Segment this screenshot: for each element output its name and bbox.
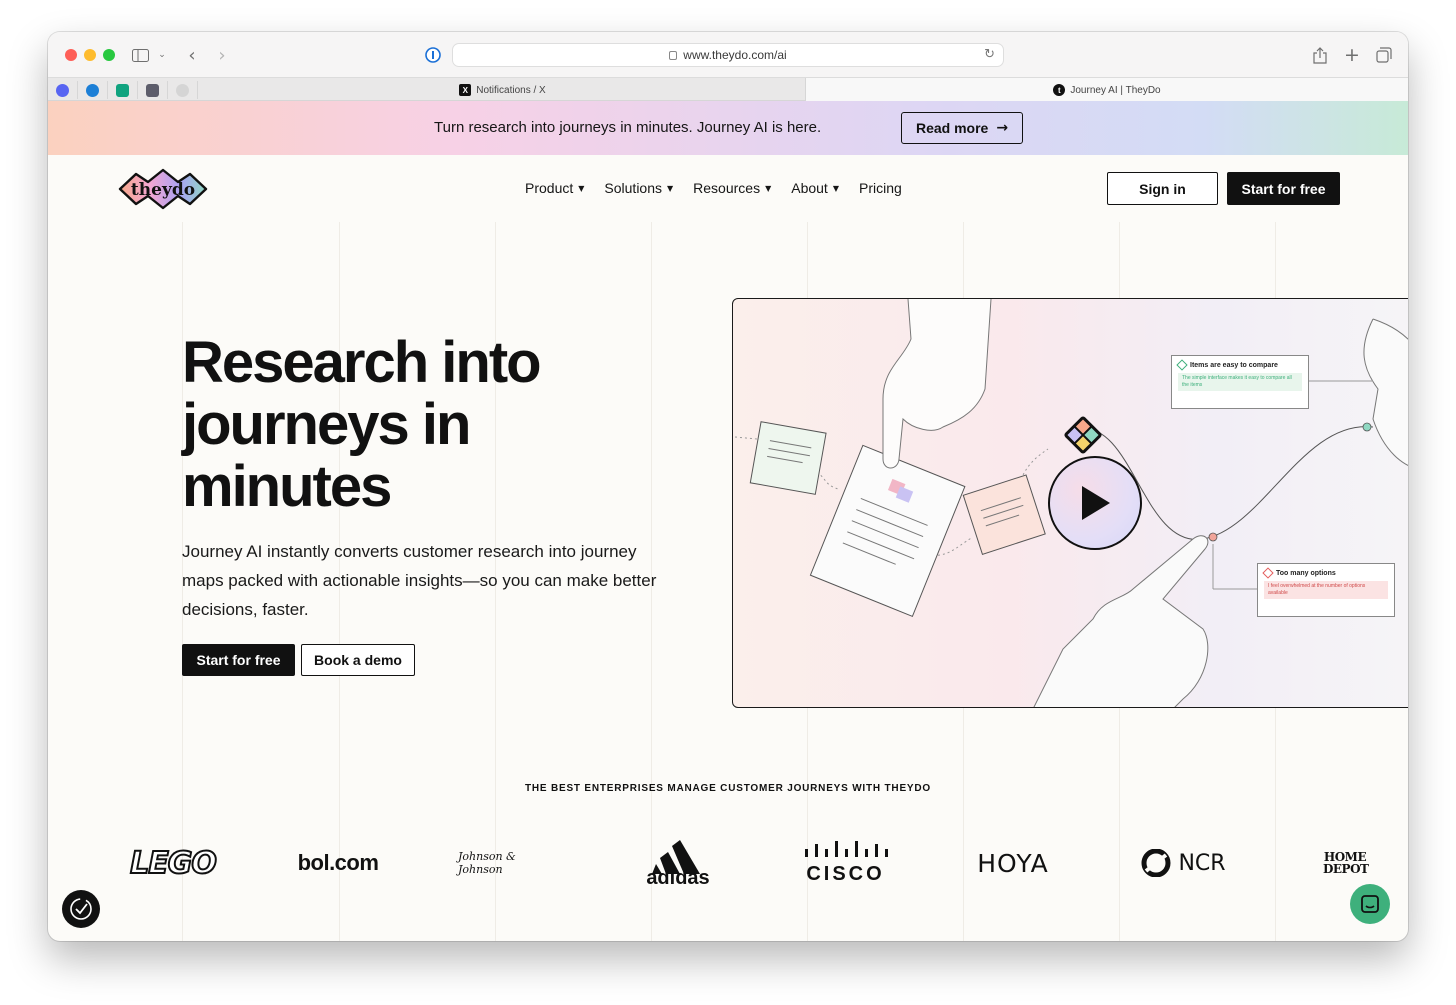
- pinned-tab-app[interactable]: [78, 81, 108, 99]
- pinned-tab-chatgpt[interactable]: [108, 81, 138, 99]
- brand-ncr: NCR: [1133, 832, 1233, 894]
- close-window-button[interactable]: [65, 49, 77, 61]
- tab-label: Notifications / X: [476, 84, 546, 96]
- hero-subtitle: Journey AI instantly converts customer r…: [182, 542, 657, 619]
- nav-label: Product: [525, 180, 574, 196]
- brand-adidas: adidas: [628, 832, 728, 894]
- share-icon[interactable]: [1310, 44, 1330, 66]
- brand-hoya: HOYA: [963, 832, 1063, 894]
- app-icon: [86, 83, 99, 97]
- card-body: I feel overwhelmed at the number of opti…: [1264, 581, 1388, 599]
- brand-name: HOYA: [977, 848, 1049, 878]
- caret-down-icon: ▼: [832, 183, 839, 193]
- reload-icon[interactable]: ↻: [984, 47, 995, 62]
- check-diamond-icon: [1176, 359, 1188, 371]
- main-nav: Product ▼ Solutions ▼ Resources ▼ About ▼ Pr…: [525, 180, 922, 196]
- hero-title: Research into journeys in minutes: [182, 330, 542, 519]
- tab-overview-icon[interactable]: [1374, 44, 1394, 66]
- caret-down-icon: ▼: [765, 183, 772, 193]
- maximize-window-button[interactable]: [103, 49, 115, 61]
- card-body: The simple interface makes it easy to co…: [1178, 373, 1302, 391]
- browser-window: ⌄ ‹ › www.theydo.com/ai ↻ + X Notificati…: [48, 32, 1408, 941]
- photo-icon: [146, 83, 159, 97]
- read-more-button[interactable]: Read more →: [901, 112, 1023, 144]
- tab-notifications-x[interactable]: X Notifications / X: [200, 78, 805, 102]
- address-text: www.theydo.com/ai: [683, 48, 787, 62]
- chatgpt-icon: [116, 83, 129, 97]
- start-for-free-nav-button[interactable]: Start for free: [1227, 172, 1340, 205]
- back-arrow-icon[interactable]: ‹: [184, 44, 200, 66]
- nav-label: Resources: [693, 180, 761, 196]
- nav-solutions[interactable]: Solutions ▼: [604, 180, 673, 196]
- insight-card-negative: Too many options I feel overwhelmed at t…: [1257, 563, 1395, 617]
- forward-arrow-icon[interactable]: ›: [214, 44, 230, 66]
- caret-down-icon: ▼: [667, 183, 674, 193]
- brand-name: bol.com: [297, 850, 379, 875]
- x-logo-icon: X: [459, 84, 472, 96]
- tab-journey-ai[interactable]: t Journey AI | TheyDo: [805, 78, 1408, 102]
- start-for-free-button[interactable]: Start for free: [182, 644, 295, 676]
- book-demo-button[interactable]: Book a demo: [301, 644, 415, 676]
- new-tab-icon[interactable]: +: [1342, 44, 1362, 66]
- theydo-favicon-icon: t: [1053, 84, 1066, 96]
- brand-name: LEGO: [129, 845, 218, 882]
- discord-icon: [56, 83, 69, 97]
- chat-icon: [1361, 895, 1379, 913]
- caret-down-icon: ▼: [578, 183, 585, 193]
- brand-cisco: CISCO: [793, 832, 898, 894]
- card-title: Too many options: [1276, 569, 1336, 577]
- brand-lego: LEGO: [128, 832, 218, 894]
- logo-text: theydo: [131, 180, 195, 200]
- address-bar[interactable]: www.theydo.com/ai ↻: [452, 43, 1004, 67]
- ncr-logo-icon: [1141, 849, 1171, 877]
- tab-bar: X Notifications / X t Journey AI | TheyD…: [48, 77, 1408, 102]
- theydo-logo[interactable]: theydo: [118, 166, 208, 212]
- minimize-window-button[interactable]: [84, 49, 96, 61]
- nav-about[interactable]: About ▼: [791, 180, 839, 196]
- sidebar-toggle-icon[interactable]: [130, 44, 150, 66]
- tab-label: Journey AI | TheyDo: [1070, 84, 1161, 96]
- banner-text: Turn research into journeys in minutes. …: [434, 119, 822, 136]
- nav-resources[interactable]: Resources ▼: [693, 180, 771, 196]
- nav-pricing[interactable]: Pricing: [859, 180, 902, 196]
- pinned-tab-github[interactable]: [168, 81, 198, 99]
- brand-name: adidas: [646, 867, 710, 889]
- accessibility-button[interactable]: [62, 890, 100, 928]
- pinned-tab-photo[interactable]: [138, 81, 168, 99]
- brand-name: NCR: [1178, 850, 1226, 876]
- card-title: Items are easy to compare: [1190, 361, 1278, 369]
- brand-name: HOME DEPOT: [1323, 850, 1369, 876]
- sign-in-button[interactable]: Sign in: [1107, 172, 1218, 205]
- play-icon: [1082, 486, 1110, 520]
- logos-heading: THE BEST ENTERPRISES MANAGE CUSTOMER JOU…: [524, 783, 931, 794]
- timer-check-icon: [70, 898, 92, 920]
- lock-icon: [669, 50, 678, 60]
- nav-label: Pricing: [858, 180, 902, 196]
- announcement-banner: Turn research into journeys in minutes. …: [48, 101, 1408, 155]
- arrow-right-icon: →: [996, 120, 1009, 136]
- chevron-down-icon[interactable]: ⌄: [156, 44, 168, 66]
- nav-label: About: [791, 180, 828, 196]
- nav-product[interactable]: Product ▼: [525, 180, 584, 196]
- pinned-tab-discord[interactable]: [48, 81, 78, 99]
- brand-name: Johnson & Johnson: [458, 850, 516, 876]
- password-manager-icon[interactable]: [424, 44, 442, 66]
- chat-button[interactable]: [1350, 884, 1390, 924]
- play-button[interactable]: [1048, 456, 1142, 550]
- brand-bolcom: bol.com: [288, 832, 388, 894]
- brand-johnson: Johnson & Johnson: [458, 832, 558, 894]
- warning-diamond-icon: [1262, 567, 1274, 579]
- github-icon: [176, 83, 189, 97]
- nav-label: Solutions: [604, 180, 662, 196]
- browser-toolbar: ⌄ ‹ › www.theydo.com/ai ↻ +: [48, 32, 1408, 77]
- read-more-label: Read more: [915, 120, 989, 136]
- insight-card-positive: Items are easy to compare The simple int…: [1171, 355, 1309, 409]
- cisco-bars-icon: [804, 840, 888, 857]
- brand-name: CISCO: [806, 862, 885, 885]
